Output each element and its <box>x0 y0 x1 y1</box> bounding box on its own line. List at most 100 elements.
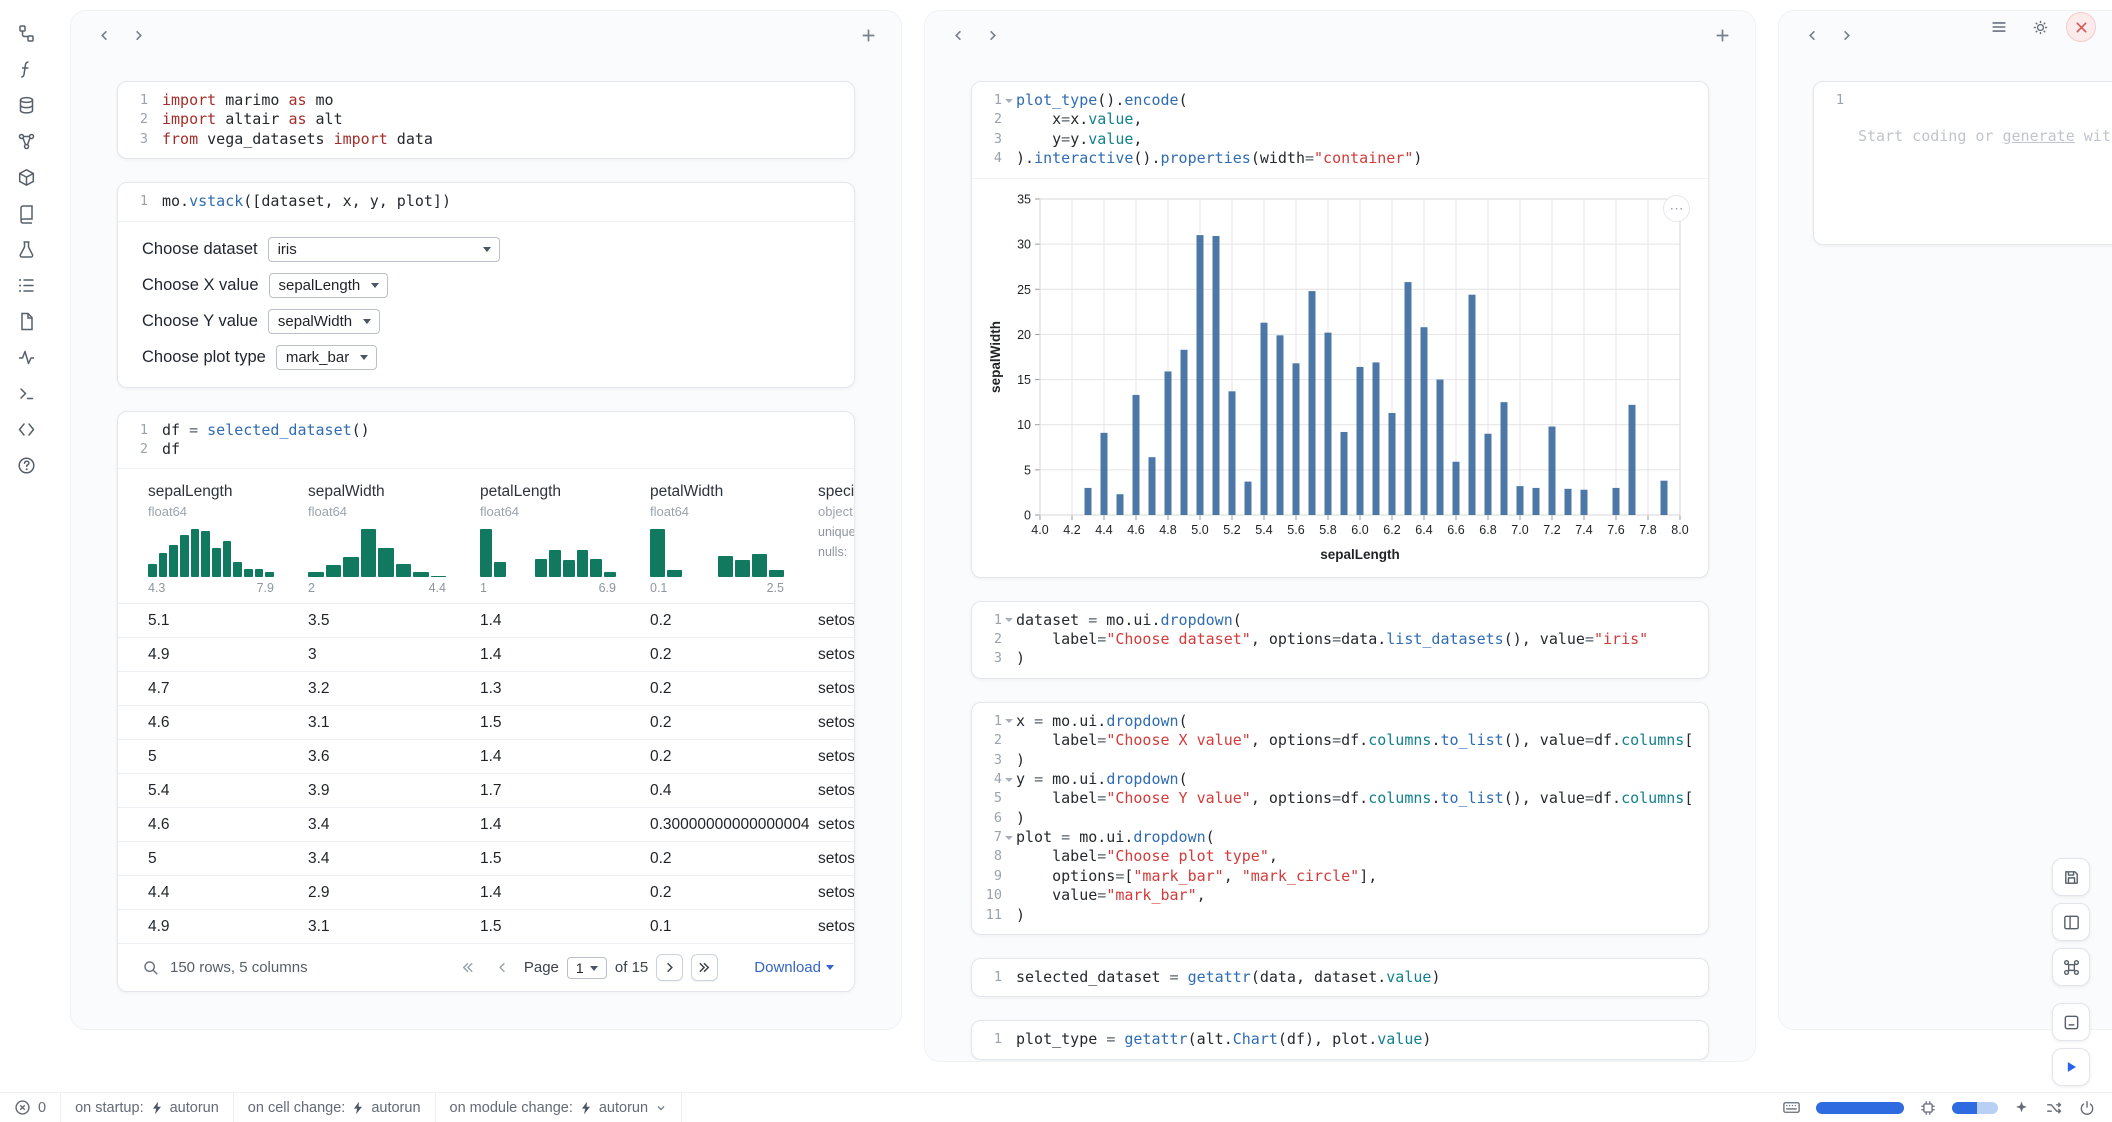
page-select[interactable]: 1 <box>567 957 607 979</box>
run-all-button[interactable] <box>2052 1048 2090 1086</box>
code-line[interactable]: ) <box>1016 906 1694 925</box>
column-next-button[interactable] <box>979 22 1005 48</box>
control-select-choose-y-value[interactable]: sepalWidth <box>268 309 380 334</box>
code-line[interactable]: label="Choose Y value", options=df.colum… <box>1016 789 1694 808</box>
panel-tracebacks-button[interactable] <box>12 238 40 261</box>
code-line[interactable]: label="Choose dataset", options=data.lis… <box>1016 630 1694 649</box>
code-line[interactable]: df <box>162 440 840 459</box>
table-row[interactable]: 4.63.41.40.30000000000000004setosa <box>118 808 854 842</box>
table-column-header[interactable]: sepalWidthfloat6424.4 <box>308 483 480 595</box>
code-line[interactable]: mo.vstack([dataset, x, y, plot]) <box>162 192 840 211</box>
panel-terminal-button[interactable] <box>12 382 40 405</box>
fold-chevron-icon[interactable] <box>1002 719 1016 723</box>
code-line[interactable]: label="Choose X value", options=df.colum… <box>1016 731 1694 750</box>
column-layout-button[interactable] <box>2052 903 2090 941</box>
fold-chevron-icon[interactable] <box>1002 836 1016 840</box>
table-column-header[interactable]: sepalLengthfloat644.37.9 <box>148 483 308 595</box>
code-line[interactable]: plot_type().encode( <box>1016 91 1694 110</box>
control-select-choose-x-value[interactable]: sepalLength <box>269 273 388 298</box>
code-line[interactable]: plot_type = getattr(alt.Chart(df), plot.… <box>1016 1030 1694 1049</box>
code-editor[interactable]: 1 Start coding or generate with AI <box>1814 82 2112 244</box>
shuffle-icon[interactable] <box>2045 1099 2063 1117</box>
code-line[interactable]: options=["mark_bar", "mark_circle"], <box>1016 867 1694 886</box>
generate-with-ai-link[interactable]: generate <box>2003 127 2075 145</box>
table-column-header[interactable]: petalLengthfloat6416.9 <box>480 483 650 595</box>
keyboard-shortcuts-button[interactable] <box>2052 948 2090 986</box>
code-editor[interactable]: 1234567891011x = mo.ui.dropdown( label="… <box>972 703 1708 934</box>
table-row[interactable]: 53.61.40.2setosa <box>118 740 854 774</box>
panel-dependency-graph-button[interactable] <box>12 130 40 153</box>
code-editor[interactable]: 12df = selected_dataset()df <box>118 412 854 469</box>
code-line[interactable]: import altair as alt <box>162 110 840 129</box>
panel-outline-button[interactable] <box>12 274 40 297</box>
altair-bar-chart[interactable]: 4.04.24.44.64.85.05.25.45.65.86.06.26.46… <box>986 189 1692 569</box>
code-line[interactable]: selected_dataset = getattr(data, dataset… <box>1016 968 1694 987</box>
control-select-choose-plot-type[interactable]: mark_bar <box>276 345 377 370</box>
code-line[interactable]: y=y.value, <box>1016 130 1694 149</box>
shutdown-button[interactable] <box>2066 12 2096 42</box>
code-line[interactable]: plot = mo.ui.dropdown( <box>1016 828 1694 847</box>
first-page-button[interactable] <box>454 954 481 981</box>
cpu-icon[interactable] <box>1919 1099 1937 1117</box>
add-cell-button[interactable] <box>1709 22 1735 48</box>
table-column-header[interactable]: speciesobjectunique:nulls: <box>818 483 854 595</box>
control-select-choose-dataset[interactable]: iris <box>268 237 500 262</box>
panel-files-button[interactable] <box>12 310 40 333</box>
code-editor[interactable]: 1plot_type = getattr(alt.Chart(df), plot… <box>972 1021 1708 1058</box>
prev-page-button[interactable] <box>489 954 516 981</box>
code-editor[interactable]: 123dataset = mo.ui.dropdown( label="Choo… <box>972 602 1708 678</box>
code-line[interactable]: from vega_datasets import data <box>162 130 840 149</box>
panel-data-sources-button[interactable] <box>12 94 40 117</box>
next-page-button[interactable] <box>656 954 683 981</box>
code-line[interactable]: x=x.value, <box>1016 110 1694 129</box>
table-column-header[interactable]: petalWidthfloat640.12.5 <box>650 483 818 595</box>
notebook-menu-button[interactable] <box>1984 12 2014 42</box>
add-cell-button[interactable] <box>855 22 881 48</box>
code-editor[interactable]: 1234plot_type().encode( x=x.value, y=y.v… <box>972 82 1708 178</box>
table-row[interactable]: 4.42.91.40.2setosa <box>118 876 854 910</box>
table-row[interactable]: 5.43.91.70.4setosa <box>118 774 854 808</box>
panel-packages-button[interactable] <box>12 166 40 189</box>
code-editor[interactable]: 1selected_dataset = getattr(data, datase… <box>972 959 1708 996</box>
keyboard-icon[interactable] <box>1782 1098 1801 1117</box>
code-line[interactable]: ) <box>1016 751 1694 770</box>
status-item[interactable]: on module change:autorun <box>436 1093 683 1122</box>
column-prev-button[interactable] <box>1799 22 1825 48</box>
column-next-button[interactable] <box>1833 22 1859 48</box>
last-page-button[interactable] <box>691 954 718 981</box>
errors-indicator[interactable]: 0 <box>0 1093 61 1122</box>
search-icon[interactable] <box>142 959 160 977</box>
panel-logs-button[interactable] <box>12 346 40 369</box>
table-row[interactable]: 4.73.21.30.2setosa <box>118 672 854 706</box>
power-icon[interactable] <box>2078 1099 2096 1117</box>
panel-variables-button[interactable] <box>12 58 40 81</box>
scratchpad-button[interactable] <box>2052 1003 2090 1041</box>
code-editor[interactable]: 1mo.vstack([dataset, x, y, plot]) <box>118 183 854 220</box>
settings-button[interactable] <box>2025 12 2055 42</box>
status-item[interactable]: on startup:autorun <box>61 1093 234 1122</box>
code-line[interactable]: dataset = mo.ui.dropdown( <box>1016 611 1694 630</box>
table-row[interactable]: 4.63.11.50.2setosa <box>118 706 854 740</box>
status-item[interactable]: on cell change:autorun <box>234 1093 436 1122</box>
save-notebook-button[interactable] <box>2052 858 2090 896</box>
code-line[interactable]: ).interactive().properties(width="contai… <box>1016 149 1694 168</box>
fold-chevron-icon[interactable] <box>1002 618 1016 622</box>
panel-help-button[interactable] <box>12 454 40 477</box>
chart-actions-button[interactable]: ⋯ <box>1663 195 1690 222</box>
panel-file-explorer-button[interactable] <box>12 22 40 45</box>
fold-chevron-icon[interactable] <box>1002 778 1016 782</box>
table-row[interactable]: 4.93.11.50.1setosa <box>118 910 854 944</box>
panel-snippets-button[interactable] <box>12 418 40 441</box>
column-prev-button[interactable] <box>91 22 117 48</box>
table-row[interactable]: 5.13.51.40.2setosa <box>118 604 854 638</box>
code-line[interactable]: ) <box>1016 649 1694 668</box>
ai-sparkle-icon[interactable] <box>2013 1099 2030 1116</box>
fold-chevron-icon[interactable] <box>1002 99 1016 103</box>
code-line[interactable]: label="Choose plot type", <box>1016 847 1694 866</box>
download-button[interactable]: Download <box>754 959 834 976</box>
panel-documentation-button[interactable] <box>12 202 40 225</box>
table-row[interactable]: 53.41.50.2setosa <box>118 842 854 876</box>
table-row[interactable]: 4.931.40.2setosa <box>118 638 854 672</box>
editor-placeholder[interactable]: Start coding or generate with AI <box>1858 127 2112 146</box>
column-next-button[interactable] <box>125 22 151 48</box>
